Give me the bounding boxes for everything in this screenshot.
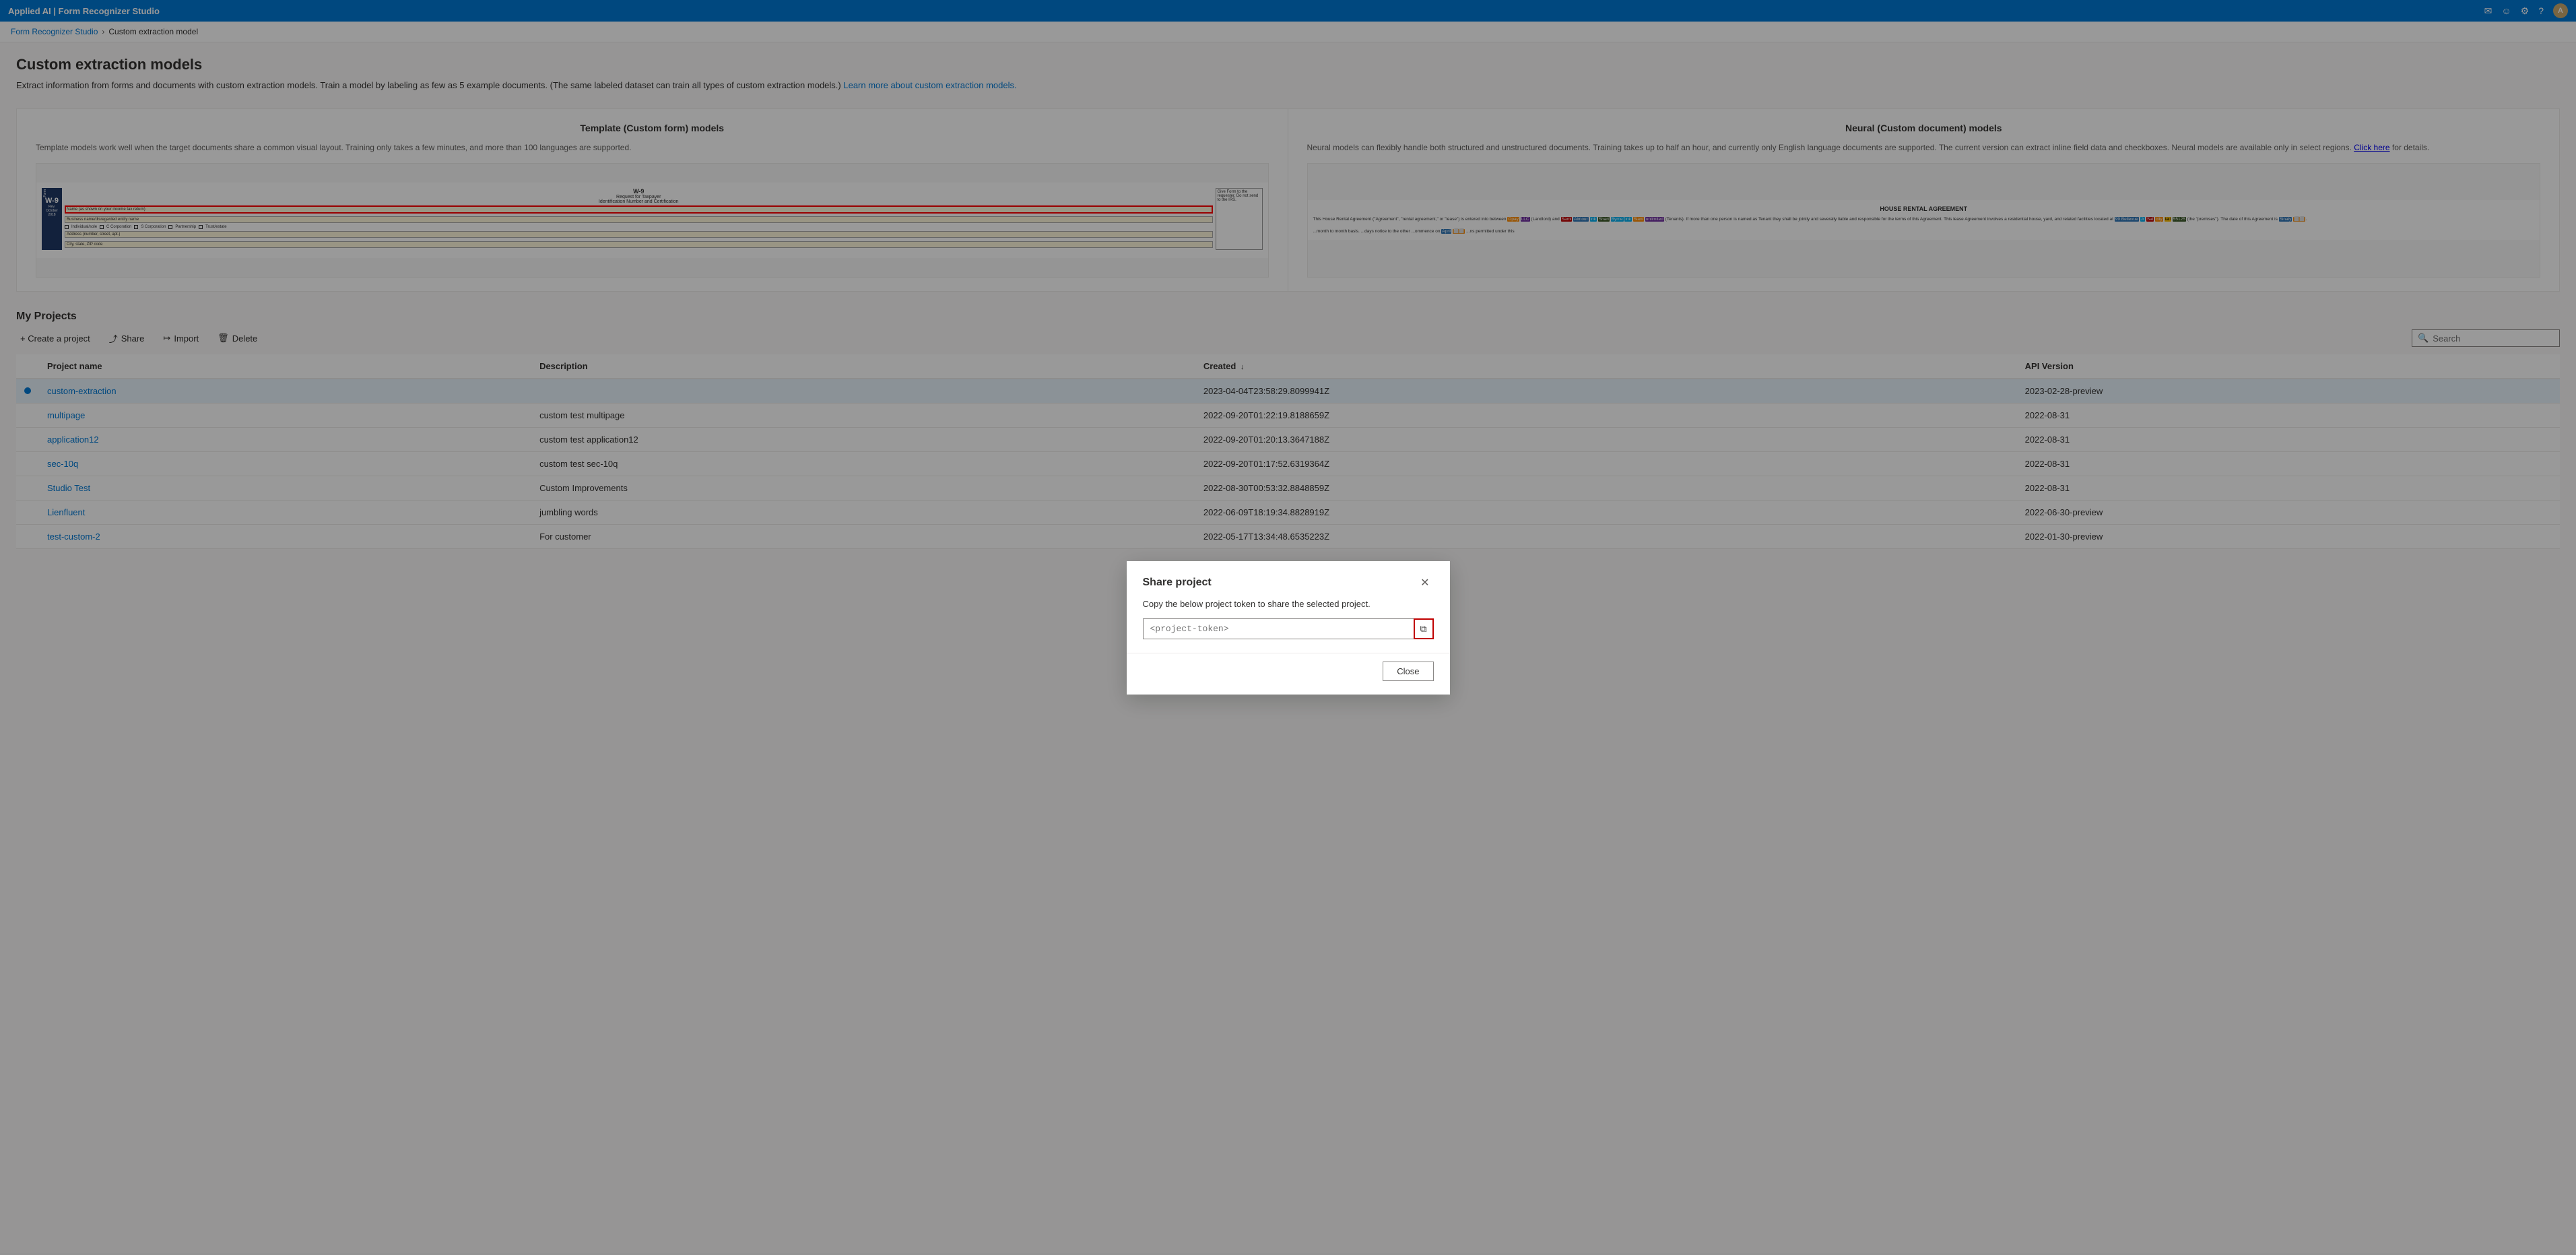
modal-title: Share project [1143, 577, 1212, 589]
modal-footer: Close [1127, 653, 1450, 695]
project-token-input[interactable] [1143, 618, 1414, 639]
copy-icon: ⧉ [1420, 623, 1427, 635]
modal-overlay[interactable]: Share project ✕ Copy the below project t… [0, 0, 2576, 1255]
share-project-modal: Share project ✕ Copy the below project t… [1127, 561, 1450, 695]
modal-close-button[interactable]: ✕ [1416, 575, 1433, 591]
modal-description: Copy the below project token to share th… [1143, 599, 1434, 609]
modal-close-btn[interactable]: Close [1383, 662, 1433, 681]
modal-header: Share project ✕ [1127, 561, 1450, 599]
copy-token-button[interactable]: ⧉ [1414, 618, 1434, 639]
modal-body: Copy the below project token to share th… [1127, 599, 1450, 653]
token-input-row: ⧉ [1143, 618, 1434, 639]
